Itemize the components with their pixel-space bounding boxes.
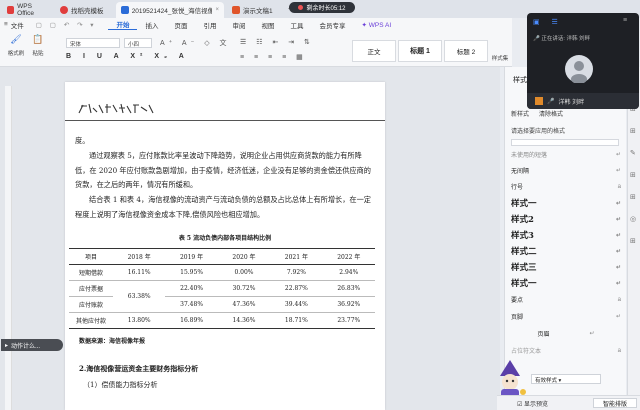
table-caption: 表 5 流动负债内部各项目结构比例 <box>178 235 272 242</box>
tab-template[interactable]: 找稻壳模板 <box>55 2 113 18</box>
font-size-select[interactable]: 小四 <box>124 38 152 48</box>
show-styles-select[interactable]: 有效样式 ▾ <box>531 374 601 384</box>
tab-document[interactable]: 2019521424_张悦_海信视像... × <box>116 2 224 18</box>
menu-review[interactable]: 审阅 <box>224 20 253 30</box>
style-heading1[interactable]: 标题 1 <box>398 40 442 62</box>
remaining-time-badge: 剩余时长05:12 <box>289 2 355 13</box>
speaking-label: 🎤 正在讲话: 洋韩 刘畔 <box>533 36 590 42</box>
participant-bar: 🎤 洋韩 刘畔 <box>527 93 639 109</box>
close-icon[interactable]: × <box>215 7 219 13</box>
menu-bar: ≡ 文件 ▢ ▢ ↶ ↷ ▾ 开始 插入 页面 引用 审阅 视图 工具 会员专享… <box>0 18 512 31</box>
tab-presentation[interactable]: 演示文稿1 <box>227 2 285 18</box>
meeting-overlay: ▣ ☰ ≡ 🎤 正在讲话: 洋韩 刘畔 🎤 洋韩 刘畔 <box>527 13 639 109</box>
style-preview-box <box>511 139 619 146</box>
university-logo <box>77 102 157 116</box>
template-icon <box>60 6 68 14</box>
style-normal[interactable]: 正文 <box>352 40 396 62</box>
menu-member[interactable]: 会员专享 <box>311 20 353 30</box>
header-rule <box>65 120 385 121</box>
vertical-ruler <box>5 86 12 410</box>
participant-badge-icon <box>535 97 543 105</box>
style-item[interactable]: 无间隔 ↵ <box>511 166 621 175</box>
style-item[interactable]: 样式一 ↵ <box>511 197 621 209</box>
section-subheading: （1）偿债能力指标分析 <box>83 381 158 389</box>
quick-access-icons[interactable]: ▢ ▢ ↶ ↷ ▾ <box>32 21 109 29</box>
paste-button[interactable]: 📋 粘贴 <box>30 34 46 57</box>
align-buttons[interactable]: ≡ ≡ ≡ ≡ ▦ <box>240 53 307 61</box>
clear-format-button[interactable]: 清除格式 <box>539 109 563 118</box>
style-heading2[interactable]: 标题 2 <box>444 40 488 62</box>
mic-icon: 🎤 <box>547 98 555 105</box>
floating-assistant-pill[interactable]: ▸ 动作计么... <box>1 339 63 351</box>
menu-view[interactable]: 视图 <box>253 20 282 30</box>
ppt-icon <box>232 6 240 14</box>
style-item[interactable]: 页脚 ↵ <box>511 312 621 321</box>
menu-home[interactable]: 开始 <box>108 19 138 30</box>
brush-icon: 🖌 <box>10 34 22 44</box>
table-row: 其他应付款 13.80% 16.89% 14.36% 18.71% 23.77% <box>69 312 375 329</box>
menu-wps-ai[interactable]: ✦ WPS AI <box>353 21 399 29</box>
font-size-buttons[interactable]: A⁺ A⁻ ◇ 文 <box>160 38 231 48</box>
list-buttons[interactable]: ☰ ☷ ⇤ ⇥ ⇅ <box>240 38 314 46</box>
right-toolbar: ⊞⊞⊞✎⊞⊞◎⊞ <box>627 67 640 410</box>
panel-title: 样式 <box>513 77 527 84</box>
menu-tools[interactable]: 工具 <box>282 20 311 30</box>
structure-table: 项目 2018 年 2019 年 2020 年 2021 年 2022 年 短期… <box>69 248 375 329</box>
clipboard-icon: 📋 <box>32 34 44 44</box>
meeting-controls[interactable]: ▣ ☰ <box>533 18 563 26</box>
mic-icon: 🎤 <box>533 36 540 42</box>
participant-avatar <box>565 55 593 84</box>
panel-hint: 请选择要应用的格式 <box>511 129 566 135</box>
table-row: 短期借款 16.11% 15.95% 0.00% 7.92% 2.94% <box>69 264 375 281</box>
style-set-button[interactable]: 样式集 <box>490 54 510 62</box>
play-icon: ▸ <box>5 342 9 349</box>
style-item[interactable]: 样式三 ↵ <box>511 261 621 273</box>
wps-logo-icon <box>7 6 15 14</box>
menu-file[interactable]: 文件 <box>11 20 32 30</box>
tab-wps-office[interactable]: WPS Office <box>2 2 52 18</box>
section-heading: 2.海信视像营运资金主要财务指标分析 <box>79 364 199 373</box>
smart-layout-button[interactable]: 智能排版 <box>593 398 637 408</box>
menu-page[interactable]: 页面 <box>166 20 195 30</box>
paragraph-1: 通过观察表 5，应付账款比率呈波动下降趋势，说明企业占用供应商货款的能力有所降低… <box>75 151 371 189</box>
menu-references[interactable]: 引用 <box>195 20 224 30</box>
font-family-select[interactable]: 宋体 <box>66 38 120 48</box>
paragraph-start: 度。 <box>75 136 90 145</box>
paragraph-2: 结合表 1 和表 4，海信视像的流动资产与流动负债的总额及占比总体上有所增长，在… <box>75 195 371 219</box>
menu-insert[interactable]: 插入 <box>137 20 166 30</box>
style-item[interactable]: 行号 a <box>511 182 621 192</box>
style-item[interactable]: 样式3 ↵ <box>511 229 621 241</box>
merged-cell: 63.38% <box>113 280 166 313</box>
table-row: 应付票据 63.38% 22.40% 30.72% 22.87% 26.83% <box>69 280 375 313</box>
style-item[interactable]: 样式2 ↵ <box>511 213 621 225</box>
new-style-button[interactable]: 新样式 <box>511 109 529 118</box>
style-item[interactable]: 页眉 ↵ <box>511 329 621 338</box>
table-header-row: 项目 2018 年 2019 年 2020 年 2021 年 2022 年 <box>69 248 375 265</box>
style-item[interactable]: 要点 a <box>511 295 621 305</box>
status-bar: ☑ 显示预览 智能排版 <box>497 395 640 410</box>
show-preview-toggle[interactable]: ☑ 显示预览 <box>517 399 548 408</box>
style-item[interactable]: 未使用的短落 ↵ <box>511 150 621 159</box>
style-item[interactable]: 占位符文本 a <box>511 346 621 356</box>
style-item[interactable]: 样式二 ↵ <box>511 245 621 257</box>
meeting-menu-icon[interactable]: ≡ <box>623 17 627 24</box>
doc-icon <box>121 6 129 14</box>
style-item[interactable]: 样式一 ↵ <box>511 277 621 289</box>
format-painter-button[interactable]: 🖌 格式刷 <box>6 34 26 57</box>
record-icon <box>298 5 304 10</box>
hamburger-icon[interactable]: ≡ <box>0 21 11 28</box>
data-source: 数据来源：海信视像年报 <box>79 338 146 345</box>
document-page[interactable]: 度。 通过观察表 5，应付账款比率呈波动下降趋势，说明企业占用供应商货款的能力有… <box>65 82 385 410</box>
text-format-buttons[interactable]: B I U A X² X₂ A <box>66 53 189 60</box>
